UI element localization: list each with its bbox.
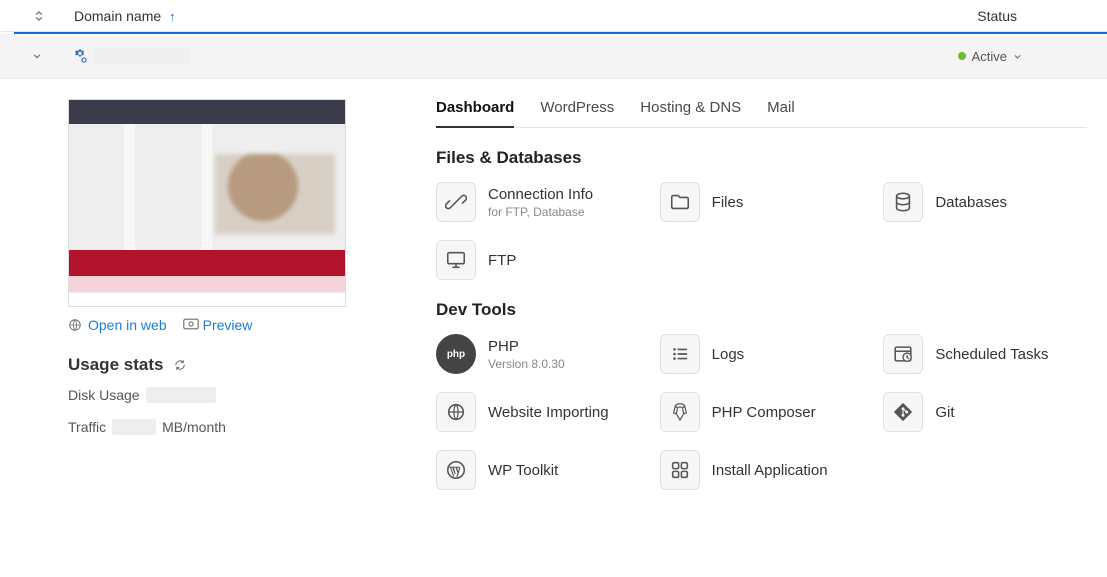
card-label: Files xyxy=(712,194,744,211)
domain-status-label: Active xyxy=(972,49,1007,64)
list-header: Domain name ↑ Status xyxy=(0,0,1107,32)
card-databases[interactable]: Databases xyxy=(883,182,1087,222)
disk-usage-value-redacted xyxy=(146,387,216,403)
left-column: Open in web Preview Usage stats Disk Usa… xyxy=(68,99,424,490)
files-db-grid: Connection Info for FTP, Database Files … xyxy=(436,182,1087,280)
traffic-label: Traffic xyxy=(68,419,106,435)
card-label: PHP Composer xyxy=(712,404,816,421)
card-label: FTP xyxy=(488,252,516,269)
column-domain[interactable]: Domain name ↑ xyxy=(74,8,176,24)
folder-icon xyxy=(660,182,700,222)
tabs: Dashboard WordPress Hosting & DNS Mail xyxy=(436,99,1087,128)
disk-usage-row: Disk Usage xyxy=(68,387,424,403)
card-sublabel: for FTP, Database xyxy=(488,205,593,219)
list-icon xyxy=(660,334,700,374)
card-ftp[interactable]: FTP xyxy=(436,240,640,280)
traffic-row: Traffic MB/month xyxy=(68,419,424,435)
monitor-icon xyxy=(436,240,476,280)
card-label: PHP xyxy=(488,338,565,355)
card-label: WP Toolkit xyxy=(488,462,558,479)
preview-links: Open in web Preview xyxy=(68,317,424,333)
eye-icon xyxy=(183,318,197,332)
traffic-unit: MB/month xyxy=(162,419,226,435)
tab-mail[interactable]: Mail xyxy=(767,99,795,127)
sort-asc-icon: ↑ xyxy=(169,9,176,24)
card-sublabel: Version 8.0.30 xyxy=(488,357,565,371)
php-icon: php xyxy=(436,334,476,374)
open-in-web-link[interactable]: Open in web xyxy=(68,317,167,333)
connection-icon xyxy=(436,182,476,222)
page: Domain name ↑ Status Active xyxy=(0,0,1107,514)
globe-icon xyxy=(68,318,82,332)
git-icon xyxy=(883,392,923,432)
preview-label: Preview xyxy=(203,317,253,333)
usage-stats-title-row: Usage stats xyxy=(68,355,424,375)
column-status[interactable]: Status xyxy=(977,8,1017,24)
tab-wordpress[interactable]: WordPress xyxy=(540,99,614,127)
open-in-web-label: Open in web xyxy=(88,317,167,333)
card-php[interactable]: php PHP Version 8.0.30 xyxy=(436,334,640,374)
apps-grid-icon xyxy=(660,450,700,490)
disk-usage-label: Disk Usage xyxy=(68,387,140,403)
card-website-importing[interactable]: Website Importing xyxy=(436,392,640,432)
card-label: Logs xyxy=(712,346,745,363)
refresh-icon[interactable] xyxy=(173,358,187,372)
usage-stats-title: Usage stats xyxy=(68,355,163,375)
domain-body: Open in web Preview Usage stats Disk Usa… xyxy=(0,79,1107,514)
card-label: Databases xyxy=(935,194,1007,211)
collapse-all-icon[interactable] xyxy=(32,9,46,23)
tab-dashboard[interactable]: Dashboard xyxy=(436,99,514,128)
website-screenshot[interactable] xyxy=(68,99,346,307)
card-label: Connection Info xyxy=(488,186,593,203)
card-files[interactable]: Files xyxy=(660,182,864,222)
database-icon xyxy=(883,182,923,222)
chevron-down-icon xyxy=(1013,52,1022,61)
column-domain-label: Domain name xyxy=(74,8,161,24)
card-label: Git xyxy=(935,404,954,421)
domain-status[interactable]: Active xyxy=(958,49,1022,64)
section-dev-tools: Dev Tools xyxy=(436,300,1087,320)
tab-hosting-dns[interactable]: Hosting & DNS xyxy=(640,99,741,127)
wordpress-icon xyxy=(436,450,476,490)
composer-icon xyxy=(660,392,700,432)
card-git[interactable]: Git xyxy=(883,392,1087,432)
card-logs[interactable]: Logs xyxy=(660,334,864,374)
card-install-application[interactable]: Install Application xyxy=(660,450,864,490)
card-wp-toolkit[interactable]: WP Toolkit xyxy=(436,450,640,490)
right-column: Dashboard WordPress Hosting & DNS Mail F… xyxy=(434,99,1087,490)
section-files-databases: Files & Databases xyxy=(436,148,1087,168)
card-label: Install Application xyxy=(712,462,828,479)
card-label: Scheduled Tasks xyxy=(935,346,1048,363)
card-php-composer[interactable]: PHP Composer xyxy=(660,392,864,432)
traffic-value-redacted xyxy=(112,419,156,435)
status-dot-icon xyxy=(958,52,966,60)
domain-panel-header: Active xyxy=(0,34,1107,79)
domain-type-icon xyxy=(72,48,88,64)
dev-tools-grid: php PHP Version 8.0.30 Logs xyxy=(436,334,1087,490)
card-connection-info[interactable]: Connection Info for FTP, Database xyxy=(436,182,640,222)
calendar-clock-icon xyxy=(883,334,923,374)
preview-link[interactable]: Preview xyxy=(183,317,253,333)
card-label: Website Importing xyxy=(488,404,609,421)
collapse-domain-icon[interactable] xyxy=(30,49,44,63)
globe-import-icon xyxy=(436,392,476,432)
card-scheduled-tasks[interactable]: Scheduled Tasks xyxy=(883,334,1087,374)
domain-name-redacted xyxy=(94,48,190,64)
